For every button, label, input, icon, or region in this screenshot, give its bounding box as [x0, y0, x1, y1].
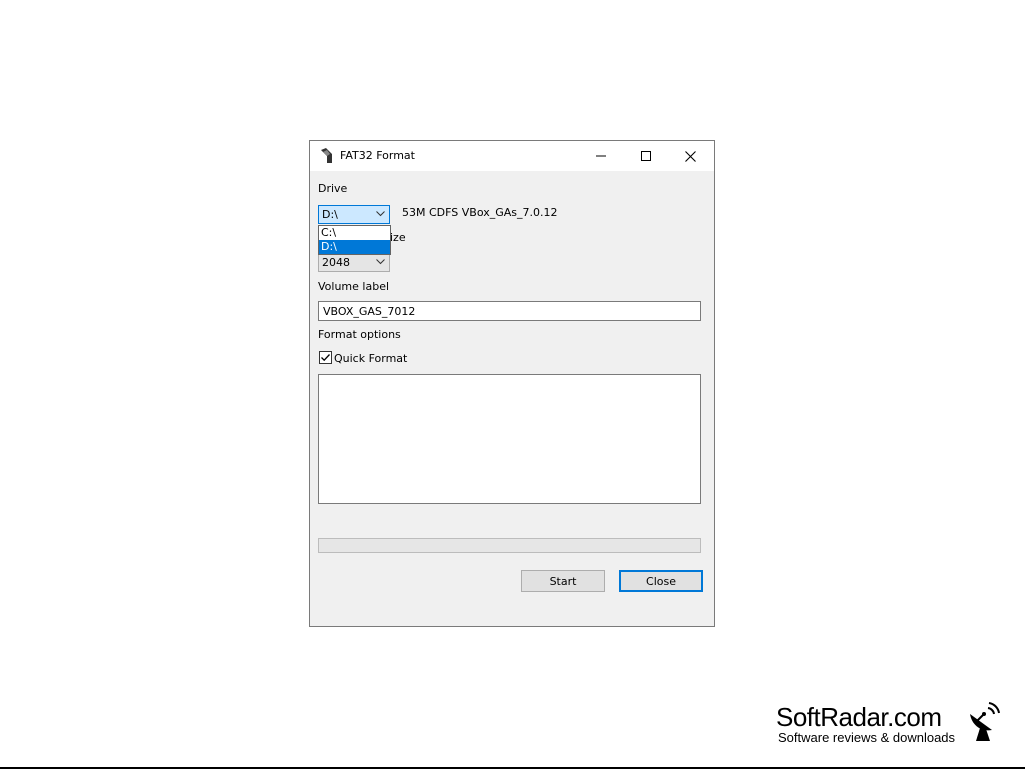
close-button[interactable]: Close — [619, 570, 703, 592]
drive-info-text: 53M CDFS VBox_GAs_7.0.12 — [402, 206, 558, 219]
window-title: FAT32 Format — [340, 149, 415, 162]
maximize-icon — [640, 151, 651, 161]
close-button-label: Close — [646, 574, 676, 588]
allocation-size-label: ize — [390, 231, 406, 244]
fat32-format-window: FAT32 Format Drive D:\ 53M CDFS VBox_GAs… — [309, 140, 715, 627]
format-options-label: Format options — [318, 328, 401, 341]
satellite-dish-icon — [970, 702, 1000, 741]
drive-option-d[interactable]: D:\ — [319, 240, 390, 254]
volume-label-caption: Volume label — [318, 280, 390, 293]
drive-option-c[interactable]: C:\ — [319, 226, 390, 240]
maximize-button[interactable] — [623, 141, 668, 171]
fat32-app-icon — [321, 148, 332, 163]
chevron-down-icon — [376, 259, 385, 265]
minimize-icon — [595, 155, 606, 157]
close-icon — [685, 150, 696, 162]
brand-tagline: Software reviews & downloads — [778, 730, 956, 745]
quick-format-checkbox[interactable] — [319, 351, 332, 364]
allocation-size-select[interactable]: 2048 — [318, 253, 390, 272]
format-progress-bar — [318, 538, 701, 553]
drive-select-value: D:\ — [322, 208, 338, 221]
quick-format-label[interactable]: Quick Format — [334, 352, 407, 365]
start-button-label: Start — [549, 574, 577, 588]
title-bar[interactable]: FAT32 Format — [310, 141, 714, 171]
drive-dropdown-list: C:\ D:\ — [318, 225, 391, 255]
volume-label-value: VBOX_GAS_7012 — [323, 305, 416, 318]
allocation-size-value: 2048 — [322, 256, 350, 269]
log-output-box[interactable] — [318, 374, 701, 504]
drive-select[interactable]: D:\ — [318, 205, 390, 224]
volume-label-input[interactable]: VBOX_GAS_7012 — [318, 301, 701, 321]
minimize-button[interactable] — [578, 141, 623, 171]
drive-label: Drive — [318, 182, 348, 195]
close-window-button[interactable] — [668, 141, 713, 171]
checkmark-icon — [321, 354, 330, 362]
brand-name: SoftRadar.com — [776, 702, 942, 732]
chevron-down-icon — [376, 211, 385, 217]
start-button[interactable]: Start — [521, 570, 605, 592]
